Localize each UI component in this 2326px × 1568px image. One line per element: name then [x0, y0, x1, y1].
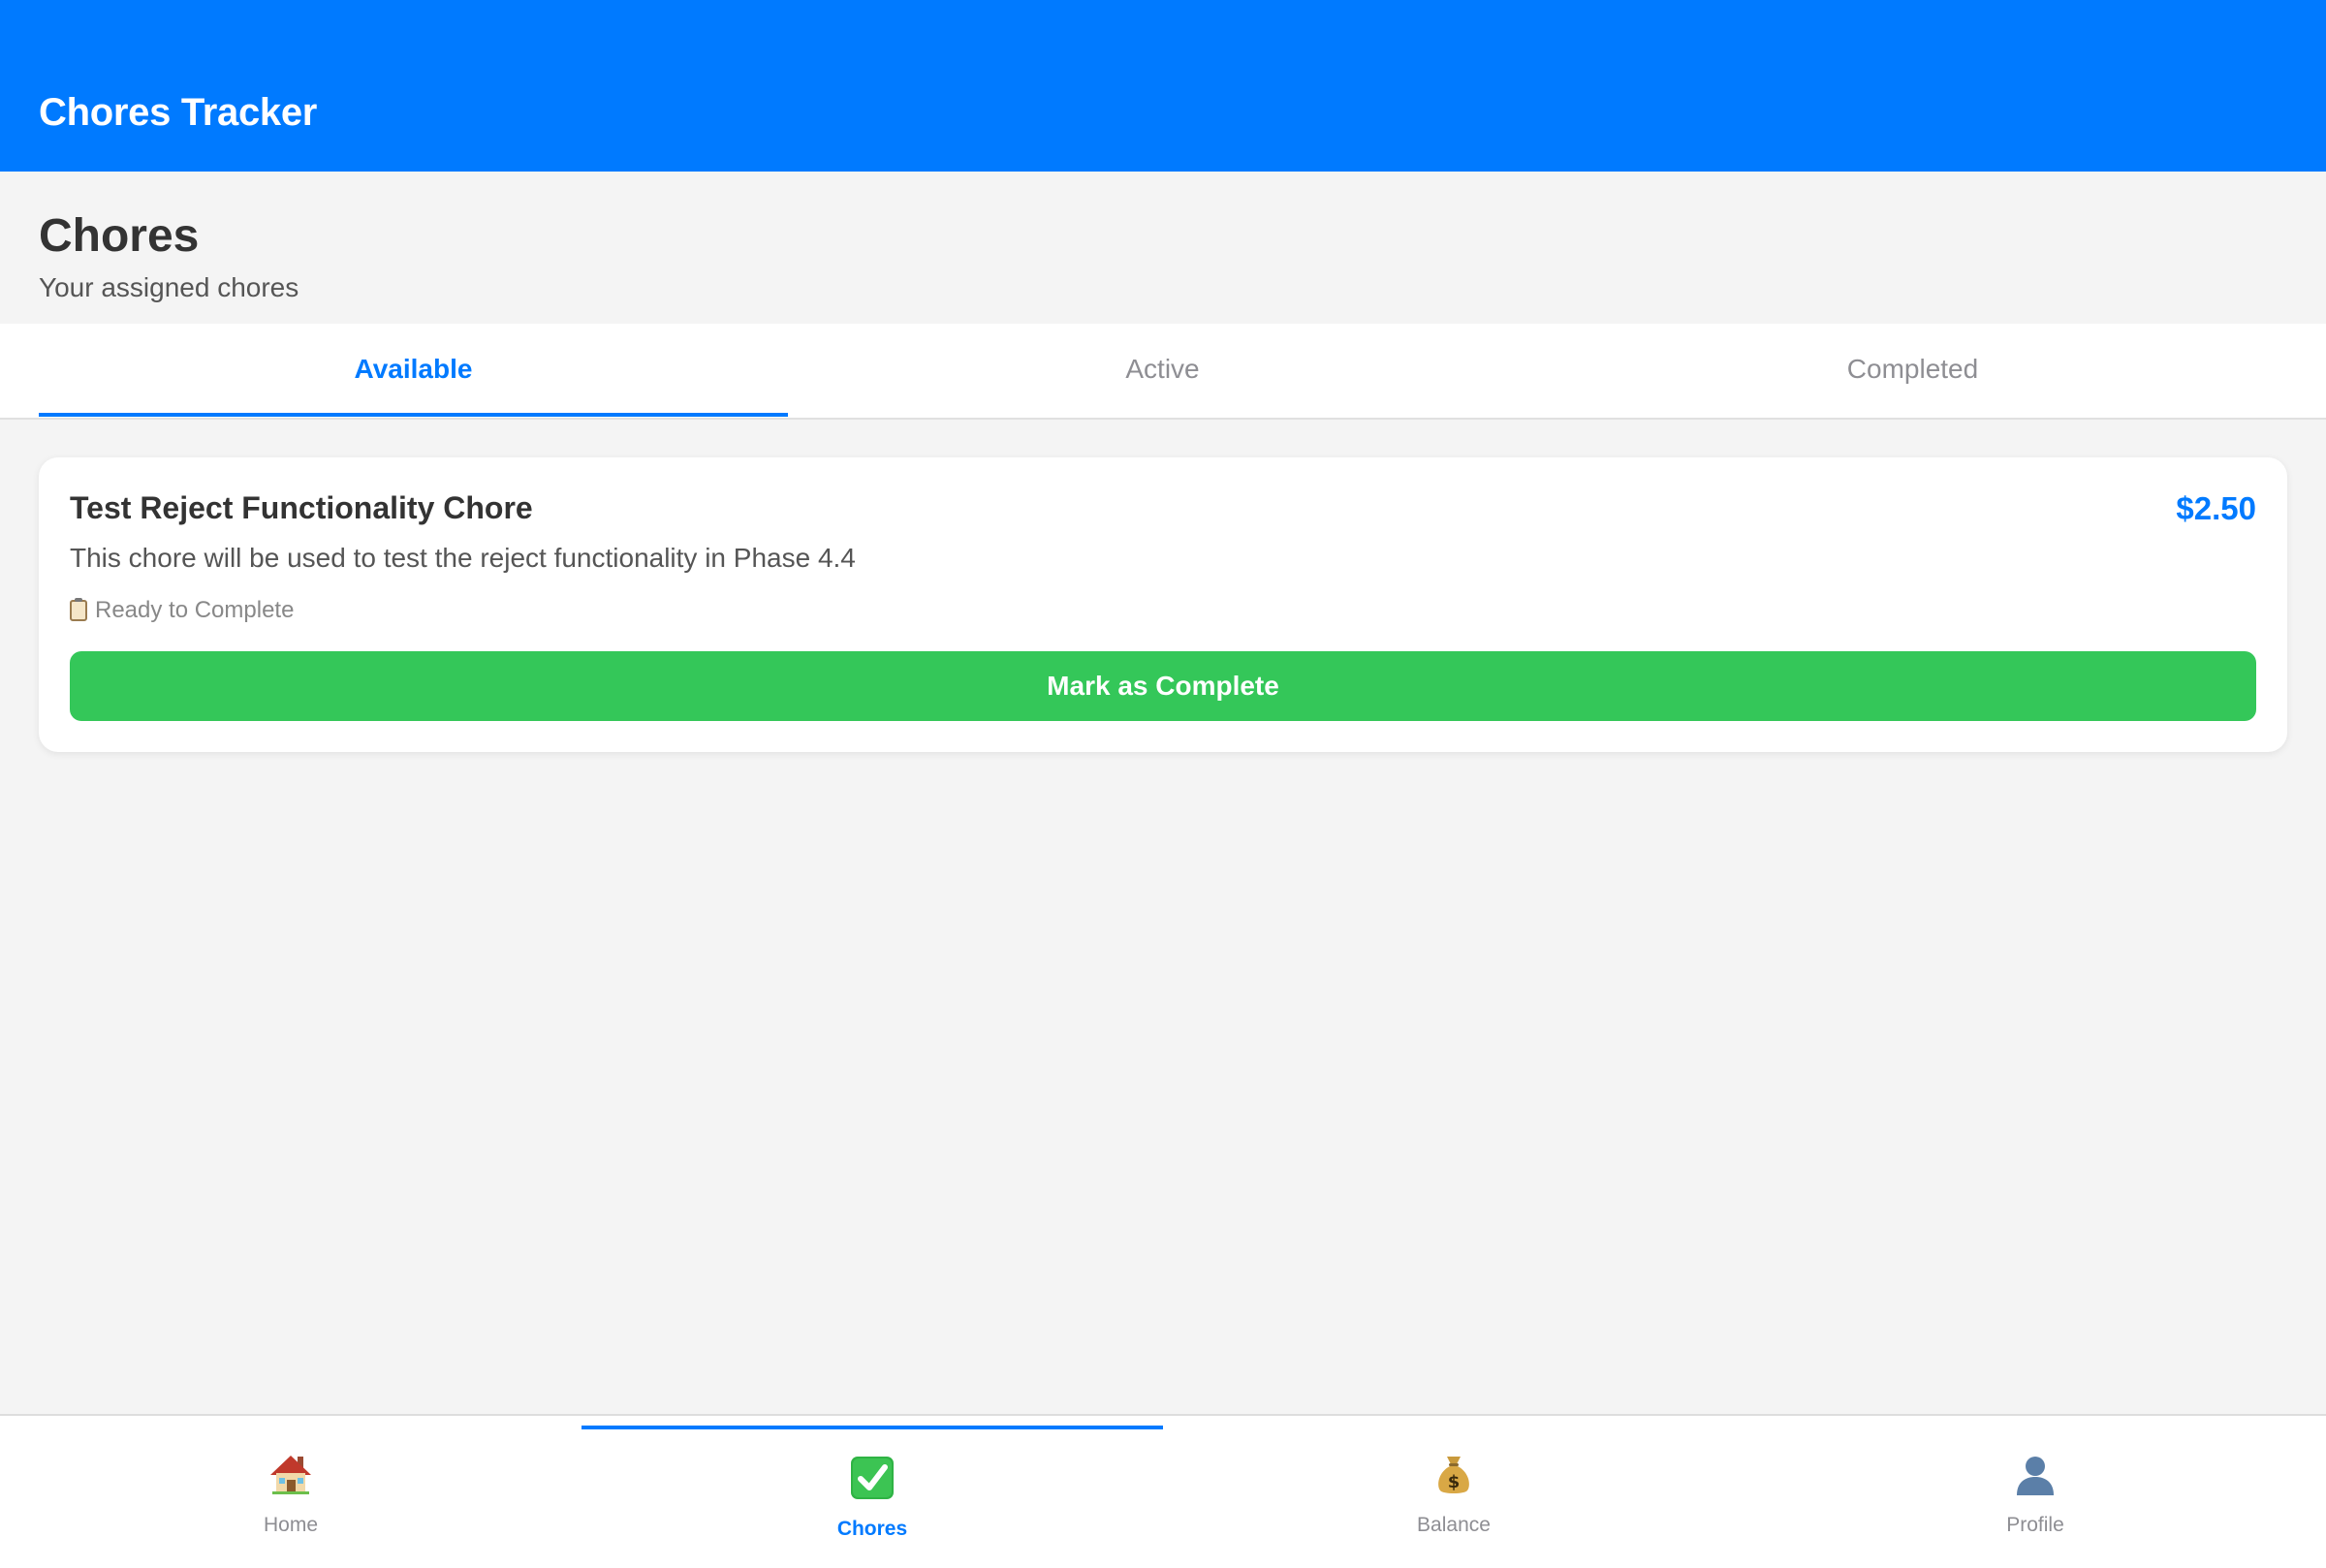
user-silhouette-icon [2017, 1457, 2054, 1495]
chore-title: Test Reject Functionality Chore [70, 490, 533, 525]
chore-status-text: Ready to Complete [95, 597, 295, 623]
money-bag-icon: $ [1438, 1457, 1469, 1493]
mark-complete-button[interactable]: Mark as Complete [70, 651, 2256, 721]
chore-tabs: Available Active Completed [0, 324, 2326, 420]
page-title: Chores [39, 210, 200, 262]
nav-item-balance[interactable]: $ Balance [1163, 1416, 1744, 1568]
bottom-nav: Home Chores $ Balance Profile [0, 1414, 2326, 1568]
nav-label-chores: Chores [836, 1518, 908, 1540]
tab-available[interactable]: Available [39, 324, 788, 418]
chore-status: Ready to Complete [70, 597, 295, 623]
svg-text:$: $ [1448, 1472, 1461, 1492]
nav-item-chores[interactable]: Chores [582, 1416, 1163, 1568]
clipboard-icon [70, 598, 87, 621]
nav-item-home[interactable]: Home [0, 1416, 582, 1568]
house-icon [270, 1456, 311, 1494]
active-tab-indicator [39, 413, 788, 417]
nav-label-home: Home [263, 1514, 319, 1536]
chore-description: This chore will be used to test the reje… [70, 543, 856, 573]
tab-active[interactable]: Active [788, 324, 1537, 418]
check-mark-icon [851, 1457, 894, 1499]
nav-label-balance: Balance [1417, 1514, 1491, 1536]
tab-completed[interactable]: Completed [1538, 324, 2287, 418]
active-nav-indicator [582, 1426, 1163, 1429]
app-title: Chores Tracker [39, 91, 318, 134]
chore-amount: $2.50 [2176, 490, 2256, 526]
chore-card: Test Reject Functionality Chore $2.50 Th… [39, 457, 2287, 752]
page-subtitle: Your assigned chores [39, 272, 299, 302]
nav-item-profile[interactable]: Profile [1744, 1416, 2326, 1568]
app-header: Chores Tracker [0, 0, 2326, 172]
nav-label-profile: Profile [2006, 1514, 2064, 1536]
